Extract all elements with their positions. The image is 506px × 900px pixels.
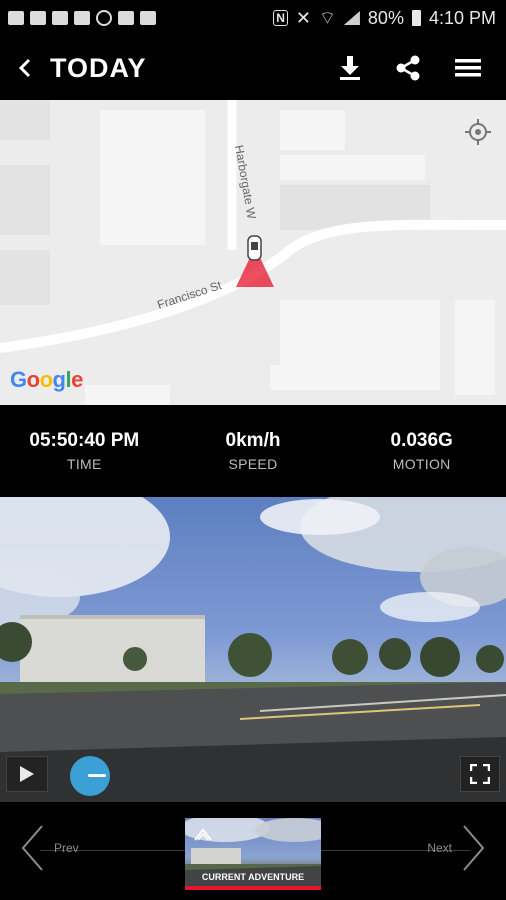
wifi-icon: ⌔ [319, 7, 336, 28]
play-button[interactable] [6, 756, 48, 792]
download-button[interactable] [338, 55, 362, 81]
menu-button[interactable] [454, 57, 482, 79]
nfc-icon: N [273, 10, 288, 26]
battery-icon [411, 10, 421, 26]
locate-icon [465, 119, 491, 145]
next-button[interactable]: Next [427, 824, 486, 872]
adventure-badge-icon [194, 828, 212, 841]
page-title: TODAY [50, 52, 147, 83]
map-view[interactable]: Harborgate W Francisco St Google [0, 100, 506, 405]
video-player[interactable] [0, 497, 506, 802]
circle-icon [96, 10, 112, 26]
stat-speed: 0km/h SPEED [169, 430, 338, 472]
back-button[interactable] [0, 36, 50, 100]
bag-icon [140, 11, 156, 25]
play-icon [20, 766, 34, 782]
stat-label: MOTION [392, 456, 451, 472]
signal-icon [343, 11, 360, 25]
chevron-left-icon [21, 825, 43, 871]
current-adventure-thumbnail[interactable]: CURRENT ADVENTURE [185, 818, 321, 890]
mute-icon: ✕ [295, 7, 311, 28]
adventure-carousel: Prev CURRENT ADVENTURE Next [0, 802, 506, 900]
status-bar: N ✕ ⌔ 80% 4:10 PM [0, 0, 506, 36]
current-indicator-bar [185, 886, 321, 890]
prev-button[interactable]: Prev [20, 824, 79, 872]
trip-stats: 05:50:40 PM TIME 0km/h SPEED 0.036G MOTI… [0, 405, 506, 497]
email-icon [52, 11, 68, 25]
stat-value: 05:50:40 PM [29, 430, 140, 451]
share-icon [396, 55, 420, 81]
flipboard-icon [74, 11, 90, 25]
prev-label: Prev [54, 841, 79, 855]
fullscreen-icon [470, 764, 490, 784]
fullscreen-button[interactable] [460, 756, 500, 792]
share-button[interactable] [394, 54, 422, 82]
stat-label: SPEED [228, 456, 278, 472]
system-indicators: N ✕ ⌔ 80% 4:10 PM [273, 7, 506, 30]
stat-label: TIME [67, 456, 102, 472]
flipboard-icon [30, 11, 46, 25]
next-label: Next [427, 841, 452, 855]
chevron-right-icon [463, 825, 485, 871]
video-frame [0, 497, 506, 802]
stat-value: 0km/h [225, 430, 281, 451]
stat-value: 0.036G [390, 430, 453, 451]
clock: 4:10 PM [428, 7, 496, 28]
notification-icons [0, 10, 156, 26]
image-notification-icon [8, 11, 24, 25]
menu-icon [455, 59, 481, 77]
battery-percent: 80% [367, 7, 404, 28]
scrubber-position-line [88, 774, 106, 777]
back-chevron-icon [18, 58, 31, 78]
google-logo: Google [10, 367, 83, 392]
app-header: TODAY [0, 36, 506, 100]
stat-motion: 0.036G MOTION [337, 430, 506, 472]
locate-button[interactable] [464, 118, 492, 151]
map-canvas [0, 100, 506, 405]
download-icon [340, 56, 360, 80]
current-adventure-label: CURRENT ADVENTURE [201, 872, 305, 882]
stat-time: 05:50:40 PM TIME [0, 430, 169, 472]
facebook-icon [118, 11, 134, 25]
